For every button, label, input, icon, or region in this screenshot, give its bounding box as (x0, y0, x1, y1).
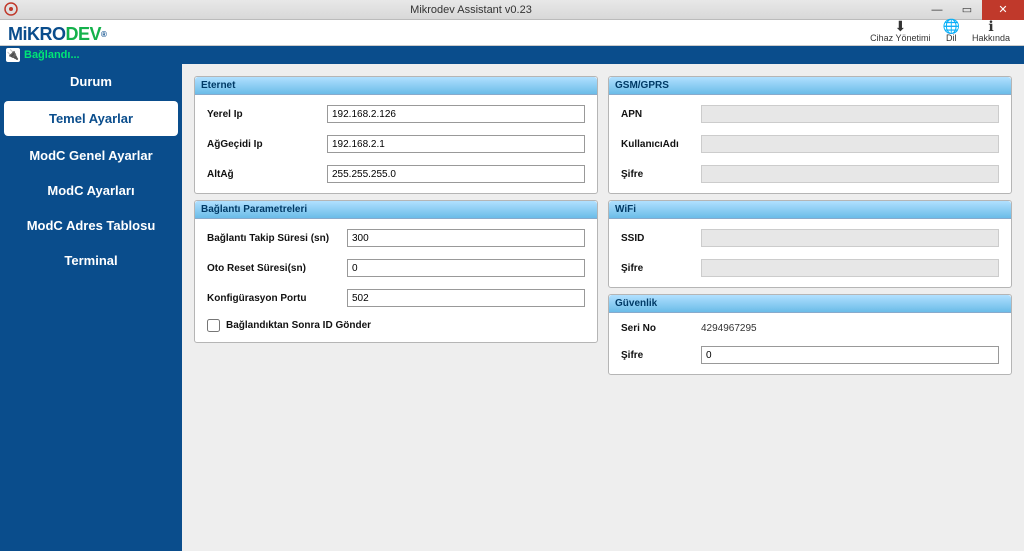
local-ip-label: Yerel Ip (207, 109, 327, 120)
logo-reg: ® (101, 30, 106, 39)
send-id-label: Bağlandıktan Sonra ID Gönder (226, 320, 371, 331)
download-icon: ⬇ (894, 19, 906, 33)
gsm-pass-label: Şifre (621, 169, 701, 180)
config-port-input[interactable] (347, 289, 585, 307)
main: Durum Temel Ayarlar ModC Genel Ayarlar M… (0, 64, 1024, 551)
status-strip: 🔌 Bağlandı... (0, 46, 1024, 64)
left-column: Eternet Yerel Ip AğGeçidi Ip AltAğ (194, 76, 598, 375)
ssid-input[interactable] (701, 229, 999, 247)
subnet-input[interactable] (327, 165, 585, 183)
gsm-user-input[interactable] (701, 135, 999, 153)
gsm-pass-input[interactable] (701, 165, 999, 183)
ethernet-panel: Eternet Yerel Ip AğGeçidi Ip AltAğ (194, 76, 598, 194)
device-management-label: Cihaz Yönetimi (870, 33, 930, 43)
subnet-label: AltAğ (207, 169, 327, 180)
security-pass-input[interactable] (701, 346, 999, 364)
nav-modc-adres-tablosu[interactable]: ModC Adres Tablosu (0, 208, 182, 243)
nav-modc-genel-ayarlar[interactable]: ModC Genel Ayarlar (0, 138, 182, 173)
logo-part2: DEV (66, 24, 102, 45)
connection-params-title: Bağlantı Parametreleri (195, 201, 597, 219)
nav-durum[interactable]: Durum (0, 64, 182, 99)
globe-icon: 🌐 (943, 19, 960, 33)
config-port-label: Konfigürasyon Portu (207, 293, 347, 304)
serial-label: Seri No (621, 323, 701, 334)
send-id-checkbox[interactable] (207, 319, 220, 332)
logo: MiKRODEV® (8, 24, 106, 45)
apn-input[interactable] (701, 105, 999, 123)
apn-label: APN (621, 109, 701, 120)
wifi-pass-input[interactable] (701, 259, 999, 277)
wifi-pass-label: Şifre (621, 263, 701, 274)
connection-icon: 🔌 (6, 48, 20, 62)
gateway-label: AğGeçidi Ip (207, 139, 327, 150)
security-title: Güvenlik (609, 295, 1011, 313)
app-icon (4, 2, 20, 18)
gateway-input[interactable] (327, 135, 585, 153)
gsm-panel: GSM/GPRS APN KullanıcıAdı Şifre (608, 76, 1012, 194)
auto-reset-label: Oto Reset Süresi(sn) (207, 263, 347, 274)
security-panel: Güvenlik Seri No 4294967295 Şifre (608, 294, 1012, 375)
about-button[interactable]: ℹ Hakkında (966, 19, 1016, 45)
wifi-panel: WiFi SSID Şifre (608, 200, 1012, 288)
security-pass-label: Şifre (621, 350, 701, 361)
ethernet-title: Eternet (195, 77, 597, 95)
about-label: Hakkında (972, 33, 1010, 43)
maximize-button[interactable]: ▭ (952, 0, 982, 20)
serial-value: 4294967295 (701, 323, 999, 334)
gsm-title: GSM/GPRS (609, 77, 1011, 95)
gsm-user-label: KullanıcıAdı (621, 139, 701, 150)
language-label: Dil (946, 33, 957, 43)
content: Eternet Yerel Ip AğGeçidi Ip AltAğ (182, 64, 1024, 551)
logo-part1: MiKRO (8, 24, 66, 45)
wifi-title: WiFi (609, 201, 1011, 219)
titlebar: Mikrodev Assistant v0.23 — ▭ ✕ (0, 0, 1024, 20)
language-button[interactable]: 🌐 Dil (937, 19, 966, 45)
close-button[interactable]: ✕ (982, 0, 1024, 20)
nav-modc-ayarlari[interactable]: ModC Ayarları (0, 173, 182, 208)
nav-terminal[interactable]: Terminal (0, 243, 182, 278)
track-duration-input[interactable] (347, 229, 585, 247)
nav-temel-ayarlar[interactable]: Temel Ayarlar (4, 101, 178, 136)
right-column: GSM/GPRS APN KullanıcıAdı Şifre (608, 76, 1012, 375)
status-text: Bağlandı... (24, 49, 80, 61)
sidebar: Durum Temel Ayarlar ModC Genel Ayarlar M… (0, 64, 182, 551)
ssid-label: SSID (621, 233, 701, 244)
window-title: Mikrodev Assistant v0.23 (20, 4, 922, 16)
window-controls: — ▭ ✕ (922, 0, 1024, 20)
local-ip-input[interactable] (327, 105, 585, 123)
auto-reset-input[interactable] (347, 259, 585, 277)
track-duration-label: Bağlantı Takip Süresi (sn) (207, 233, 347, 244)
minimize-button[interactable]: — (922, 0, 952, 20)
connection-params-panel: Bağlantı Parametreleri Bağlantı Takip Sü… (194, 200, 598, 343)
device-management-button[interactable]: ⬇ Cihaz Yönetimi (864, 19, 936, 45)
header: MiKRODEV® ⬇ Cihaz Yönetimi 🌐 Dil ℹ Hakkı… (0, 20, 1024, 46)
info-icon: ℹ (988, 19, 993, 33)
